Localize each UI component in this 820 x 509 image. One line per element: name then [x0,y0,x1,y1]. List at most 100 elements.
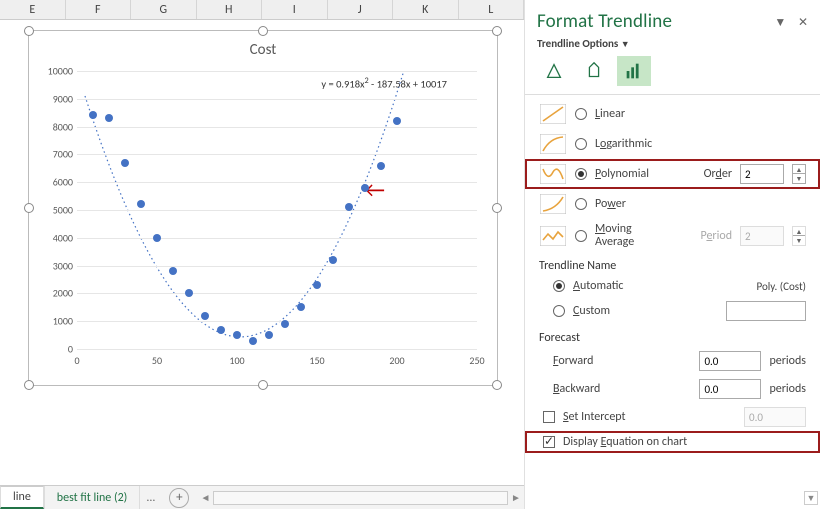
data-point[interactable] [89,111,97,119]
pane-subtitle[interactable]: Trendline Options ▼ [525,35,820,56]
data-point[interactable] [297,303,305,311]
scroll-track[interactable] [213,491,508,505]
data-point[interactable] [185,289,193,297]
auto-name-value: Poly. (Cost) [756,280,806,293]
data-point[interactable] [393,117,401,125]
column-header[interactable]: I [262,0,328,19]
fill-line-icon[interactable] [537,56,571,86]
data-point[interactable] [377,162,385,170]
x-tick: 200 [389,354,404,367]
data-point[interactable] [265,331,273,339]
data-point[interactable] [345,203,353,211]
resize-handle[interactable] [492,203,502,213]
column-header[interactable]: H [197,0,263,19]
column-header[interactable]: E [0,0,66,19]
y-tick: 1000 [37,315,73,328]
intercept-input [744,407,806,427]
column-header[interactable]: F [66,0,132,19]
mavg-radio[interactable] [575,230,587,242]
sheet-tab[interactable]: best fit line (2) [44,486,141,509]
custom-name-label: Custom [573,304,610,318]
y-tick: 7000 [37,148,73,161]
resize-handle[interactable] [24,203,34,213]
data-point[interactable] [361,184,369,192]
sheet-tab[interactable]: line [0,486,44,509]
resize-handle[interactable] [492,380,502,390]
column-header[interactable]: J [328,0,394,19]
plot-area[interactable]: y = 0.918x2 - 187.58x + 10017 ← 01000200… [77,71,477,349]
y-tick: 6000 [37,176,73,189]
column-headers: EFGHIJKL [0,0,524,20]
data-point[interactable] [249,337,257,345]
y-tick: 9000 [37,92,73,105]
y-tick: 3000 [37,259,73,272]
linear-trend-icon [539,103,567,125]
data-point[interactable] [217,326,225,334]
auto-name-label: Automatic [573,279,623,293]
pane-close-icon[interactable]: ✕ [798,16,808,30]
poly-trend-icon [539,163,567,185]
scroll-right-icon[interactable]: ► [508,491,524,504]
resize-handle[interactable] [24,380,34,390]
data-point[interactable] [153,234,161,242]
linear-radio[interactable] [575,108,587,120]
power-radio[interactable] [575,198,587,210]
sheet-tabs-overflow[interactable]: ... [140,491,161,505]
eq-part: - 187.58x + 10017 [369,78,447,91]
column-header[interactable]: G [131,0,197,19]
resize-handle[interactable] [24,26,34,36]
scroll-left-icon[interactable]: ◄ [197,491,213,504]
custom-name-radio[interactable] [553,305,565,317]
data-point[interactable] [169,267,177,275]
column-header[interactable]: L [459,0,525,19]
pane-scroll-down-icon[interactable]: ▼ [804,491,818,505]
horizontal-scrollbar[interactable]: ◄ ► [197,491,524,505]
x-tick: 100 [229,354,244,367]
display-equation-label: Display Equation on chart [563,435,687,449]
chart-object[interactable]: Cost y = 0.918x2 - 187.58x + 10017 ← 010… [28,30,498,386]
trendline-options-icon[interactable] [617,56,651,86]
data-point[interactable] [313,281,321,289]
y-tick: 8000 [37,120,73,133]
resize-handle[interactable] [258,380,268,390]
mavg-trend-icon [539,225,567,247]
display-equation-check[interactable] [543,436,555,448]
polynomial-row: Polynomial Order ▲▼ [525,159,820,189]
log-trend-icon [539,133,567,155]
data-point[interactable] [233,331,241,339]
data-point[interactable] [121,159,129,167]
data-point[interactable] [201,312,209,320]
effects-icon[interactable] [577,56,611,86]
sheet-tab-bar: line best fit line (2) ... + ◄ ► [0,485,524,509]
custom-name-input[interactable] [726,301,806,321]
y-tick: 4000 [37,231,73,244]
set-intercept-label: Set Intercept [563,410,626,424]
eq-part: y = 0.918x [321,78,364,91]
auto-name-radio[interactable] [553,280,565,292]
data-point[interactable] [329,256,337,264]
order-input[interactable] [740,164,784,184]
new-sheet-button[interactable]: + [169,488,189,508]
log-radio[interactable] [575,138,587,150]
data-point[interactable] [105,114,113,122]
order-spinner[interactable]: ▲▼ [792,164,806,184]
trendline-equation[interactable]: y = 0.918x2 - 187.58x + 10017 [321,76,447,91]
pane-category-icons [525,56,820,95]
pane-title: Format Trendline [537,10,672,33]
column-header[interactable]: K [393,0,459,19]
x-tick: 0 [74,354,79,367]
format-trendline-pane: Format Trendline ▼ ✕ Trendline Options ▼… [525,0,820,509]
set-intercept-check[interactable] [543,411,555,423]
data-point[interactable] [281,320,289,328]
display-equation-row: Display Equation on chart [525,431,820,453]
backward-input[interactable] [699,379,761,399]
resize-handle[interactable] [258,26,268,36]
forward-label: Forward [553,354,593,368]
resize-handle[interactable] [492,26,502,36]
pane-menu-icon[interactable]: ▼ [774,16,786,30]
x-tick: 50 [152,354,162,367]
forward-input[interactable] [699,351,761,371]
data-point[interactable] [137,200,145,208]
poly-radio[interactable] [575,168,587,180]
y-tick: 10000 [37,65,73,78]
